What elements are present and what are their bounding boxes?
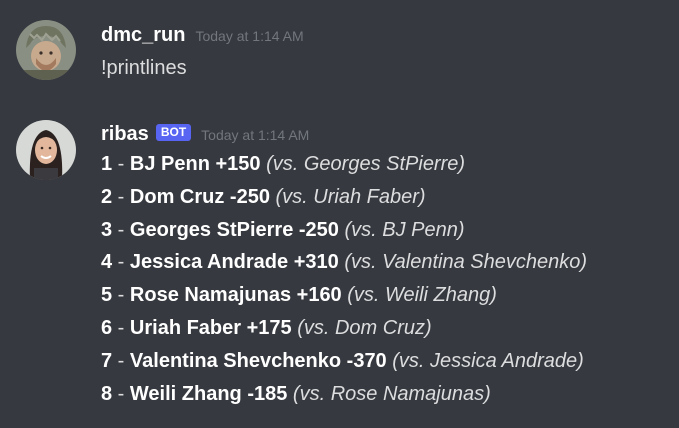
line-pick: Rose Namajunas +160 xyxy=(129,284,342,307)
line-item: 2 - Dom Cruz -250 (vs. Uriah Faber) xyxy=(101,181,587,214)
line-pick: Dom Cruz -250 xyxy=(129,185,270,208)
user-avatar[interactable] xyxy=(16,20,76,80)
line-pick: Weili Zhang -185 xyxy=(129,382,288,405)
bot-avatar[interactable] xyxy=(16,120,76,180)
line-pick: Jessica Andrade +310 xyxy=(129,251,339,274)
line-number: 1 xyxy=(101,153,113,175)
chat-messages: dmc_run Today at 1:14 AM !printlines rib… xyxy=(0,0,679,428)
betting-lines-list: 1 - BJ Penn +150 (vs. Georges StPierre) 2… xyxy=(101,148,587,410)
line-pick: BJ Penn +150 xyxy=(129,153,261,175)
bot-badge: BOT xyxy=(155,124,192,141)
line-item: 4 - Jessica Andrade +310 (vs. Valentina … xyxy=(101,246,587,279)
line-item: 8 - Weili Zhang -185 (vs. Rose Namajunas… xyxy=(101,378,587,411)
line-opponent: (vs. Georges StPierre) xyxy=(266,153,466,175)
line-item: 3 - Georges StPierre -250 (vs. BJ Penn) xyxy=(101,214,587,247)
line-opponent: (vs. Valentina Shevchenko) xyxy=(344,251,588,274)
line-number: 7 xyxy=(101,349,113,372)
message-timestamp: Today at 1:14 AM xyxy=(195,28,304,44)
line-separator: - xyxy=(112,284,130,307)
line-item: 6 - Uriah Faber +175 (vs. Dom Cruz) xyxy=(101,312,587,345)
line-item: 7 - Valentina Shevchenko -370 (vs. Jessi… xyxy=(101,345,587,378)
line-number: 2 xyxy=(101,185,113,208)
line-pick: Georges StPierre -250 xyxy=(129,218,339,241)
author-name[interactable]: ribas xyxy=(101,123,149,146)
line-separator: - xyxy=(112,218,130,241)
line-number: 8 xyxy=(101,382,113,405)
author-name[interactable]: dmc_run xyxy=(101,24,185,47)
line-separator: - xyxy=(112,349,130,372)
line-item: 5 - Rose Namajunas +160 (vs. Weili Zhang… xyxy=(101,279,587,312)
line-pick: Uriah Faber +175 xyxy=(129,316,292,339)
line-separator: - xyxy=(112,316,130,339)
line-opponent: (vs. Rose Namajunas) xyxy=(292,382,491,405)
line-opponent: (vs. Uriah Faber) xyxy=(275,185,426,208)
line-number: 4 xyxy=(101,251,113,274)
line-number: 6 xyxy=(101,316,113,339)
line-pick: Valentina Shevchenko -370 xyxy=(129,349,387,372)
line-separator: - xyxy=(112,382,130,405)
line-item: 1 - BJ Penn +150 (vs. Georges StPierre) xyxy=(101,148,587,181)
message-ribas: ribas BOT Today at 1:14 AM 1 - BJ Penn +… xyxy=(0,110,679,428)
line-number: 3 xyxy=(101,218,113,241)
line-number: 5 xyxy=(101,284,113,307)
line-opponent: (vs. BJ Penn) xyxy=(344,218,465,241)
message-dmc-run: dmc_run Today at 1:14 AM !printlines xyxy=(0,0,679,110)
message-timestamp: Today at 1:14 AM xyxy=(201,127,310,143)
message-text: !printlines xyxy=(101,57,187,79)
line-separator: - xyxy=(112,251,130,274)
line-separator: - xyxy=(112,153,130,175)
line-opponent: (vs. Weili Zhang) xyxy=(347,284,497,307)
line-separator: - xyxy=(112,185,130,208)
line-opponent: (vs. Dom Cruz) xyxy=(297,316,432,339)
line-opponent: (vs. Jessica Andrade) xyxy=(392,349,584,372)
